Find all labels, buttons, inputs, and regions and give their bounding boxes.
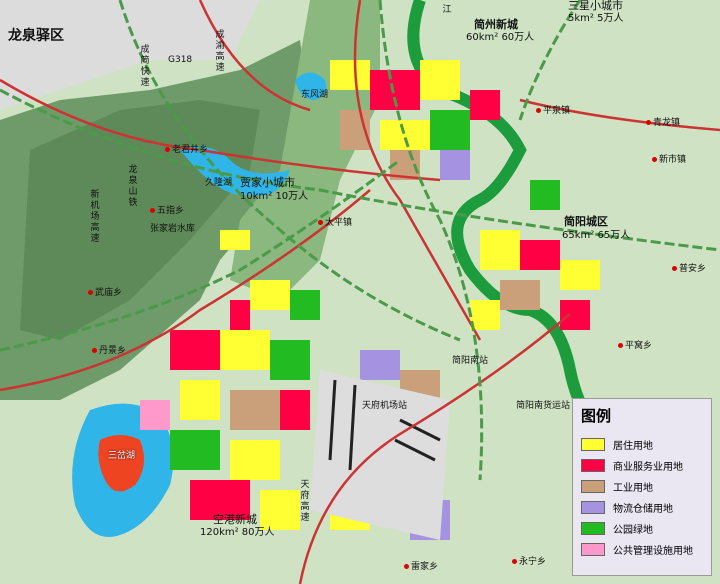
legend-swatch — [581, 543, 605, 556]
legend-item: 公园绿地 — [581, 518, 703, 539]
legend-label: 商业服务业用地 — [613, 462, 683, 473]
legend-item: 商业服务业用地 — [581, 455, 703, 476]
legend-label: 物流仓储用地 — [613, 504, 673, 515]
place-sanchahu: 三岔湖 — [108, 451, 136, 461]
river-label-jiang: 江 — [442, 5, 452, 15]
legend-swatch — [581, 501, 605, 514]
legend-title: 图例 — [581, 407, 612, 425]
legend-swatch — [581, 480, 605, 493]
place-zhangjiayan: 张家岩水库 — [150, 224, 196, 234]
stat-sanxing: 5km² 5万人 — [568, 13, 624, 24]
planning-map: 龙泉驿区 简州新城 60km² 60万人 三星小城市 5km² 5万人 简阳城区… — [0, 0, 720, 584]
stat-jianzhou: 60km² 60万人 — [466, 32, 535, 43]
place-wufeng: 五指乡 — [150, 206, 184, 216]
place-laojunjing: 老君井乡 — [165, 145, 208, 155]
place-danjing: 丹景乡 — [92, 346, 126, 356]
legend-item: 居住用地 — [581, 434, 703, 455]
place-leijia: 雷家乡 — [404, 562, 438, 572]
place-xinshi: 新市镇 — [652, 155, 686, 165]
label-jianzhou: 简州新城 — [474, 18, 518, 31]
station-tianfu: 天府机场站 — [362, 401, 408, 411]
legend-label: 居住用地 — [613, 441, 653, 452]
legend-label: 工业用地 — [613, 483, 653, 494]
stat-konggang: 120km² 80万人 — [200, 527, 275, 538]
legend-label: 公园绿地 — [613, 525, 653, 536]
place-qinglong: 青龙镇 — [646, 118, 680, 128]
place-pingwo: 平窝乡 — [618, 341, 652, 351]
road-label-tianfu: 天府高速 — [300, 480, 310, 523]
label-konggang: 空港新城 — [213, 513, 257, 526]
place-lake: 东风湖 — [301, 90, 329, 100]
road-label-xinjichang: 新机场高速 — [90, 190, 100, 244]
legend-label: 公共管理设施用地 — [613, 546, 693, 557]
place-taiping: 太平镇 — [318, 218, 352, 228]
legend-swatch — [581, 438, 605, 451]
station-jianyang-freight: 简阳南货运站 — [516, 401, 571, 411]
stat-jianyang: 65km² 65万人 — [562, 230, 631, 241]
legend-item: 公共管理设施用地 — [581, 539, 703, 560]
place-yongning: 永宁乡 — [512, 557, 546, 567]
legend-swatch — [581, 522, 605, 535]
place-puan: 普安乡 — [672, 264, 706, 274]
legend-item: 物流仓储用地 — [581, 497, 703, 518]
legend: 图例 居住用地商业服务业用地 工业用地物流仓储用地 公园绿地公共管理设施用地 — [572, 398, 712, 576]
place-pingquan: 平泉镇 — [536, 106, 570, 116]
legend-swatch — [581, 459, 605, 472]
road-label-chengyu: 成渝高速 — [215, 30, 225, 73]
legend-items: 居住用地商业服务业用地 工业用地物流仓储用地 公园绿地公共管理设施用地 — [581, 434, 703, 560]
road-label-chengjing: 成简快速 — [140, 45, 150, 88]
legend-item: 工业用地 — [581, 476, 703, 497]
stat-jiajia: 10km² 10万人 — [240, 191, 309, 202]
label-sanxing: 三星小城市 — [568, 0, 623, 12]
road-label-longquan: 龙泉山铁 — [128, 165, 138, 208]
label-jiajia: 贾家小城市 — [240, 176, 295, 189]
place-wumiao: 武庙乡 — [88, 288, 122, 298]
label-jianyang: 简阳城区 — [564, 215, 608, 228]
station-jianyang-south: 简阳南站 — [452, 356, 489, 366]
jianyang-urban — [470, 180, 600, 330]
place-jiulonghu: 久隆湖 — [205, 178, 233, 188]
road-g318: G318 — [168, 55, 193, 65]
label-longquan: 龙泉驿区 — [8, 28, 64, 44]
